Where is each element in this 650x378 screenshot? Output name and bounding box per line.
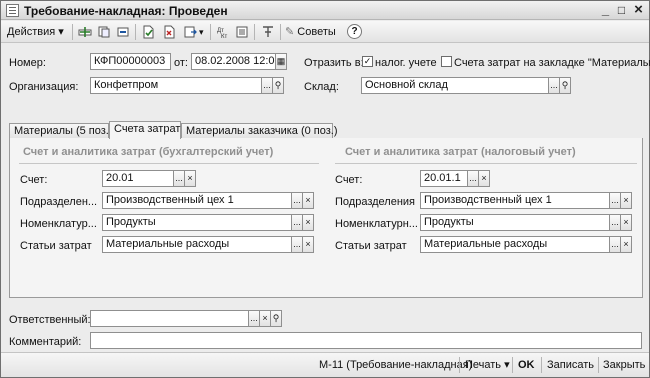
fill-icon[interactable]: [115, 24, 131, 40]
warehouse-label: Склад:: [304, 81, 339, 93]
tips-label: Советы: [297, 26, 336, 38]
accounting-group-title: Счет и аналитика затрат (бухгалтерский у…: [23, 146, 274, 158]
post-document-icon[interactable]: [140, 24, 156, 40]
tax-division-field[interactable]: Производственный цех 1: [420, 192, 610, 209]
search-icon[interactable]: ⚲: [270, 310, 282, 327]
close-button[interactable]: ×: [631, 2, 646, 18]
chevron-down-icon[interactable]: ▾: [199, 24, 204, 40]
chevron-down-icon: ▾: [58, 26, 64, 38]
group-divider: [19, 163, 319, 164]
toolbar-separator: [135, 24, 136, 40]
from-label: от:: [174, 57, 188, 69]
accounting-cost-item-field[interactable]: Материальные расходы: [102, 236, 292, 253]
tax-account-label: Счет:: [335, 174, 363, 186]
clear-icon[interactable]: ×: [620, 214, 632, 231]
clear-icon[interactable]: ×: [620, 236, 632, 253]
based-on-icon[interactable]: [182, 24, 198, 40]
minimize-button[interactable]: _: [598, 3, 613, 18]
structure-icon[interactable]: [234, 24, 250, 40]
toolbar-separator: [210, 24, 211, 40]
document-icon: [6, 4, 19, 17]
accounting-nomenclature-label: Номенклатур...: [20, 218, 97, 230]
chevron-down-icon: ▾: [504, 359, 510, 371]
tax-nomenclature-label: Номенклатурн...: [335, 218, 418, 230]
statusbar-separator: [459, 357, 460, 373]
ok-button[interactable]: OK: [518, 358, 535, 372]
close-form-button[interactable]: Закрыть: [603, 358, 645, 372]
help-button[interactable]: ?: [347, 24, 362, 39]
accounting-account-label: Счет:: [20, 174, 48, 186]
comment-label: Комментарий:: [9, 336, 82, 348]
reflect-label: Отразить в:: [304, 57, 364, 69]
organization-field[interactable]: Конфетпром: [90, 77, 262, 94]
calendar-icon[interactable]: ▦: [275, 53, 287, 70]
title-bar: Требование-накладная: Проведен _ □ ×: [1, 1, 649, 20]
statusbar-separator: [541, 357, 542, 373]
number-field[interactable]: КФП00000003: [90, 53, 171, 70]
status-bar: М-11 (Требование-накладная) Печать ▾ OK …: [1, 352, 649, 377]
accounting-division-label: Подразделен...: [20, 196, 98, 208]
svg-text:Кт: Кт: [221, 34, 227, 39]
clear-icon[interactable]: ×: [478, 170, 490, 187]
tab-materials[interactable]: Материалы (5 поз.): [9, 123, 113, 139]
tax-account-field[interactable]: 20.01.1: [420, 170, 468, 187]
clear-icon[interactable]: ×: [184, 170, 196, 187]
tax-division-label: Подразделения: [335, 196, 415, 208]
print-form-button[interactable]: М-11 (Требование-накладная): [319, 358, 472, 372]
copy-icon[interactable]: [96, 24, 112, 40]
expense-accounts-label: Счета затрат на закладке "Материалы": [454, 57, 650, 69]
tips-icon: ✎: [285, 26, 295, 38]
clear-icon[interactable]: ×: [302, 214, 314, 231]
responsible-field[interactable]: [90, 310, 249, 327]
document-window: Требование-накладная: Проведен _ □ × Дей…: [0, 0, 650, 378]
tax-nomenclature-field[interactable]: Продукты: [420, 214, 610, 231]
date-field[interactable]: 08.02.2008 12:00:00: [191, 53, 276, 70]
maximize-button[interactable]: □: [614, 3, 629, 18]
accounting-division-field[interactable]: Производственный цех 1: [102, 192, 292, 209]
accounting-account-field[interactable]: 20.01: [102, 170, 174, 187]
print-label: Печать: [465, 359, 502, 371]
clear-icon[interactable]: ×: [620, 192, 632, 209]
tax-accounting-checkbox[interactable]: ✓: [362, 56, 373, 67]
accounting-cost-item-label: Статьи затрат: [20, 240, 92, 252]
expense-accounts-checkbox[interactable]: [441, 56, 452, 67]
print-menu-button[interactable]: Печать ▾: [465, 358, 510, 372]
save-button[interactable]: Записать: [547, 358, 594, 372]
group-divider: [335, 163, 637, 164]
window-title: Требование-накладная: Проведен: [24, 4, 228, 18]
warehouse-field[interactable]: Основной склад: [361, 77, 549, 94]
tab-customer-materials[interactable]: Материалы заказчика (0 поз.): [181, 123, 338, 139]
tips-button[interactable]: ✎ Советы: [285, 24, 336, 40]
expense-accounts-panel: Счет и аналитика затрат (бухгалтерский у…: [9, 138, 643, 298]
tax-group-title: Счет и аналитика затрат (налоговый учет): [345, 146, 576, 158]
toolbar-separator: [280, 24, 281, 40]
tax-accounting-label: налог. учете: [375, 57, 437, 69]
toolbar: Действия ▾ ▾ Дт Кт ✎ Советы ?: [1, 21, 649, 43]
statusbar-separator: [512, 357, 513, 373]
number-label: Номер:: [9, 57, 46, 69]
tax-cost-item-label: Статьи затрат: [335, 240, 407, 252]
statusbar-separator: [598, 357, 599, 373]
movements-icon[interactable]: Дт Кт: [215, 24, 231, 40]
tab-expense-accounts[interactable]: Счета затрат: [109, 121, 181, 139]
search-icon[interactable]: ⚲: [272, 77, 284, 94]
search-icon[interactable]: ⚲: [559, 77, 571, 94]
actions-menu[interactable]: Действия ▾: [7, 24, 64, 40]
actions-label: Действия: [7, 26, 56, 38]
subordinate-docs-icon[interactable]: [260, 24, 276, 40]
organization-label: Организация:: [9, 81, 79, 93]
comment-field[interactable]: [90, 332, 642, 349]
unpost-document-icon[interactable]: [161, 24, 177, 40]
tax-cost-item-field[interactable]: Материальные расходы: [420, 236, 610, 253]
clear-icon[interactable]: ×: [302, 192, 314, 209]
toolbar-separator: [72, 24, 73, 40]
toolbar-separator: [254, 24, 255, 40]
clear-icon[interactable]: ×: [302, 236, 314, 253]
accounting-nomenclature-field[interactable]: Продукты: [102, 214, 292, 231]
responsible-label: Ответственный:: [9, 314, 91, 326]
add-row-icon[interactable]: [77, 24, 93, 40]
